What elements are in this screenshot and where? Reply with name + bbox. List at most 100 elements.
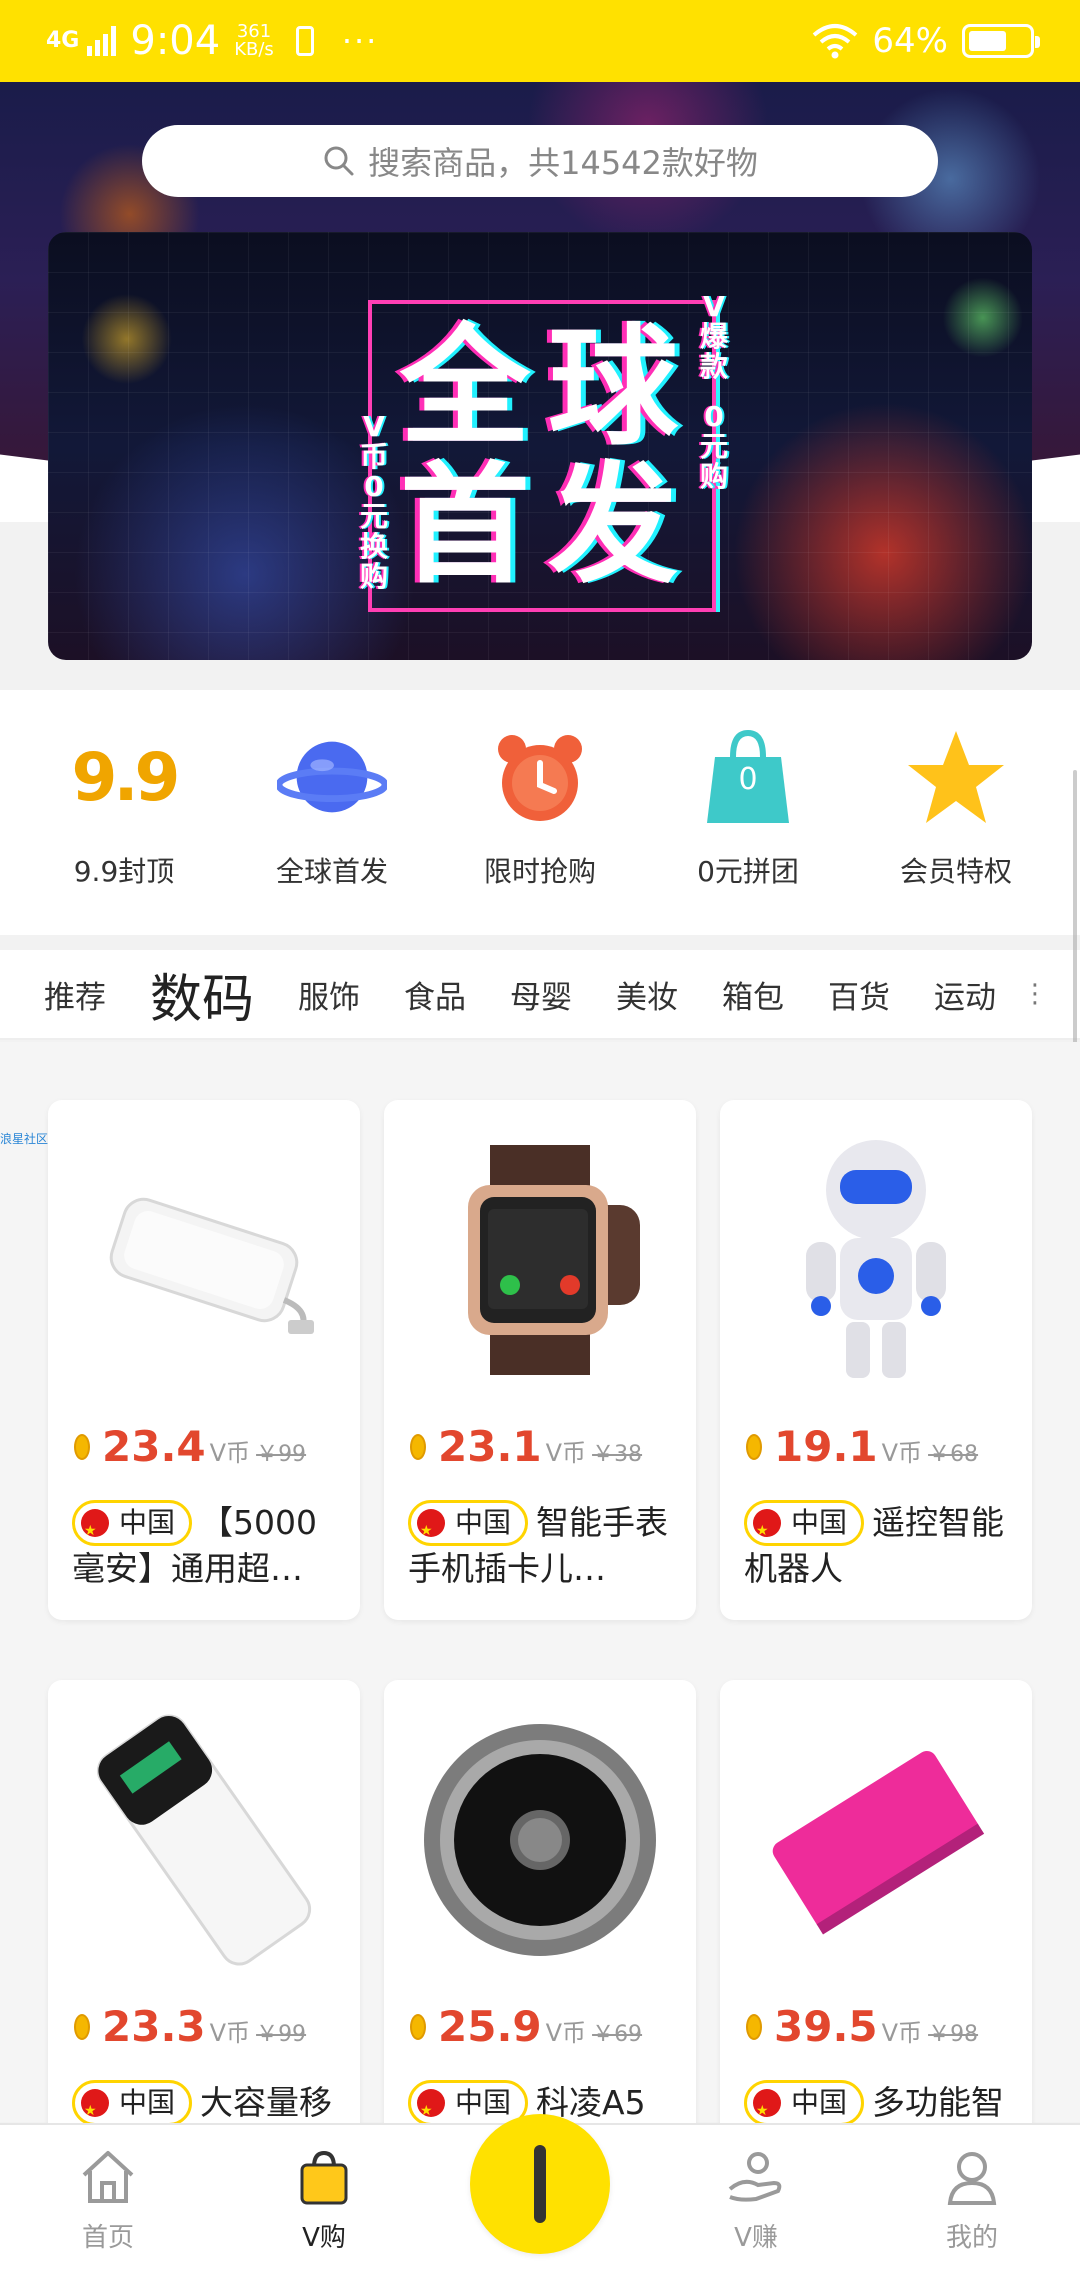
price: 23.1 bbox=[438, 1422, 542, 1471]
china-flag-icon bbox=[417, 1508, 445, 1554]
nav-v-shop[interactable]: V购 bbox=[216, 2125, 432, 2280]
banner-left-slogan: V币0元换购 bbox=[359, 410, 388, 593]
price: 23.3 bbox=[102, 2002, 206, 2051]
banner-title-char: 发 bbox=[548, 449, 679, 601]
price: 23.4 bbox=[102, 1422, 206, 1471]
banner-title-char: 首 bbox=[400, 449, 531, 601]
price-unit: V币 bbox=[881, 1439, 923, 1467]
price-unit: V币 bbox=[209, 1439, 251, 1467]
origin-badge: 中国 bbox=[72, 2080, 193, 2134]
tab-general[interactable]: 百货 bbox=[806, 972, 912, 1017]
quick-category-row: 9.9 9.9封顶 全球首发 限时抢购 0 0元拼团 会员特权 bbox=[0, 690, 1080, 935]
shopping-bag-icon: 0 bbox=[693, 722, 803, 832]
quick-item-group-buy[interactable]: 0 0元拼团 bbox=[648, 690, 848, 935]
original-price: ￥99 bbox=[256, 2022, 307, 2047]
product-card[interactable]: 23.4 V币 ￥99 中国【5000毫安】通用超… bbox=[48, 1100, 360, 1620]
product-title-block: 中国遥控智能 机器人 bbox=[744, 1500, 1014, 1592]
category-tabs: 推荐 数码 服饰 食品 母婴 美妆 箱包 百货 运动 ⋮ bbox=[0, 950, 1080, 1050]
tabs-more-icon[interactable]: ⋮ bbox=[1022, 979, 1048, 1009]
nav-label: V购 bbox=[302, 2223, 346, 2253]
product-card[interactable]: 39.5 V币 ￥98 中国多功能智能充电宝20 bbox=[720, 1680, 1032, 2200]
coin-icon bbox=[410, 2013, 426, 2040]
product-title-block: 中国【5000毫安】通用超… bbox=[72, 1500, 342, 1592]
tab-apparel[interactable]: 服饰 bbox=[276, 972, 382, 1017]
coin-icon bbox=[410, 1433, 426, 1460]
quick-item-label: 0元拼团 bbox=[697, 855, 799, 888]
net-speed: 361 KB/s bbox=[234, 21, 274, 60]
battery-percent: 64% bbox=[872, 21, 948, 61]
quick-item-9-9[interactable]: 9.9 9.9封顶 bbox=[24, 690, 224, 935]
tab-bags[interactable]: 箱包 bbox=[700, 972, 806, 1017]
home-icon bbox=[82, 2151, 134, 2203]
price-unit: V币 bbox=[545, 1439, 587, 1467]
phone-icon bbox=[295, 26, 314, 56]
product-image-power-bank-display bbox=[48, 1680, 360, 2000]
original-price: ￥68 bbox=[928, 1442, 979, 1467]
quick-item-global-launch[interactable]: 全球首发 bbox=[232, 690, 432, 935]
price-row: 23.3 V币 ￥99 bbox=[74, 2002, 306, 2051]
tab-baby[interactable]: 母婴 bbox=[488, 972, 594, 1017]
shopping-bag-icon bbox=[300, 2150, 348, 2205]
product-image-speaker bbox=[384, 1680, 696, 2000]
planet-icon bbox=[277, 722, 387, 832]
earn-hand-icon bbox=[728, 2152, 782, 2202]
product-image-robot bbox=[720, 1100, 1032, 1420]
price: 39.5 bbox=[774, 2002, 878, 2051]
star-icon bbox=[901, 722, 1011, 832]
price-row: 19.1 V币 ￥68 bbox=[746, 1422, 978, 1471]
price-row: 39.5 V币 ￥98 bbox=[746, 2002, 978, 2051]
nav-v-earn[interactable]: V赚 bbox=[648, 2125, 864, 2280]
china-flag-icon bbox=[417, 2088, 445, 2134]
more-notifications-icon: ··· bbox=[341, 22, 379, 60]
banner-right-slogan-top: V爆款 bbox=[699, 290, 728, 383]
alarm-clock-icon bbox=[485, 722, 595, 832]
clock: 9:04 bbox=[130, 18, 221, 64]
status-bar: 4G 9:04 361 KB/s ··· 64% bbox=[0, 0, 1080, 82]
wifi-icon bbox=[813, 24, 858, 59]
product-card[interactable]: 23.1 V币 ￥38 中国智能手表手机插卡儿… bbox=[384, 1100, 696, 1620]
quick-item-label: 9.9封顶 bbox=[73, 855, 175, 888]
product-image-smart-watch bbox=[384, 1100, 696, 1420]
price: 19.1 bbox=[774, 1422, 878, 1471]
original-price: ￥38 bbox=[592, 1442, 643, 1467]
origin-badge: 中国 bbox=[408, 1500, 529, 1554]
search-bar[interactable]: 搜索商品，共14542款好物 bbox=[142, 125, 938, 197]
tab-digital[interactable]: 数码 bbox=[128, 957, 276, 1050]
origin-badge: 中国 bbox=[744, 2080, 865, 2134]
price-row: 23.1 V币 ￥38 bbox=[410, 1422, 642, 1471]
quick-item-label: 全球首发 bbox=[275, 855, 388, 888]
product-image-power-bank bbox=[48, 1100, 360, 1420]
product-card[interactable]: 19.1 V币 ￥68 中国遥控智能 机器人 bbox=[720, 1100, 1032, 1620]
price: 25.9 bbox=[438, 2002, 542, 2051]
coin-icon bbox=[74, 2013, 90, 2040]
center-fab-button[interactable] bbox=[470, 2114, 610, 2254]
china-flag-icon bbox=[753, 2088, 781, 2134]
origin-badge: 中国 bbox=[72, 1500, 193, 1554]
nav-label: 首页 bbox=[81, 2223, 134, 2253]
tab-sports[interactable]: 运动 bbox=[912, 972, 1018, 1017]
tab-food[interactable]: 食品 bbox=[382, 972, 488, 1017]
coin-icon bbox=[746, 2013, 762, 2040]
promo-banner[interactable]: 全 球 首 发 V币0元换购 V爆款 0元购 bbox=[48, 232, 1032, 660]
coin-icon bbox=[74, 1433, 90, 1460]
nav-label: V赚 bbox=[734, 2223, 778, 2253]
original-price: ￥99 bbox=[256, 1442, 307, 1467]
signal-icon bbox=[87, 26, 117, 56]
battery-level bbox=[969, 31, 1007, 51]
price-row: 25.9 V币 ￥69 bbox=[410, 2002, 642, 2051]
tab-beauty[interactable]: 美妆 bbox=[594, 972, 700, 1017]
origin-badge: 中国 bbox=[408, 2080, 529, 2134]
china-flag-icon bbox=[81, 1508, 109, 1554]
tab-recommend[interactable]: 推荐 bbox=[22, 972, 128, 1017]
product-card[interactable]: 23.3 V币 ￥99 中国大容量移动电源2000 bbox=[48, 1680, 360, 2200]
china-flag-icon bbox=[753, 1508, 781, 1554]
nav-mine[interactable]: 我的 bbox=[864, 2125, 1080, 2280]
side-community-label[interactable]: 浪星社区 bbox=[0, 1130, 48, 1147]
quick-item-vip[interactable]: 会员特权 bbox=[856, 690, 1056, 935]
nine-nine-icon: 9.9 bbox=[71, 738, 181, 816]
nav-home[interactable]: 首页 bbox=[0, 2125, 216, 2280]
quick-item-flash-sale[interactable]: 限时抢购 bbox=[440, 690, 640, 935]
search-placeholder: 搜索商品，共14542款好物 bbox=[368, 144, 758, 182]
banner-title-char: 球 bbox=[548, 311, 679, 463]
quick-item-label: 限时抢购 bbox=[483, 855, 596, 888]
